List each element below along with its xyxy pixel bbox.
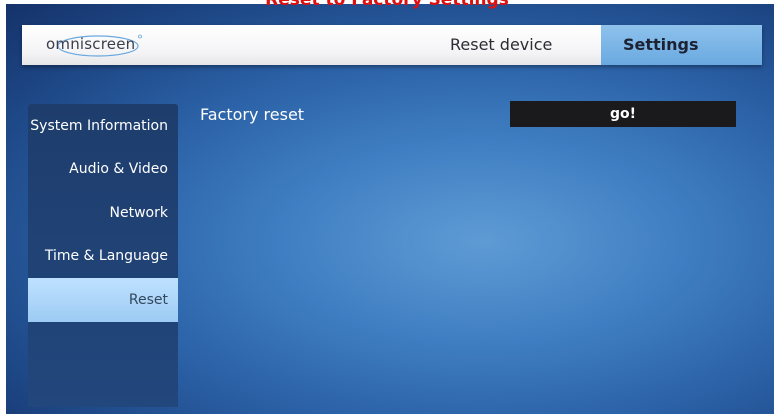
header-bar: omniscreen Reset device Settings <box>22 25 762 65</box>
breadcrumb-reset-device: Reset device <box>450 35 553 54</box>
tab-settings[interactable]: Settings <box>601 25 762 65</box>
sidebar-item-system-information[interactable]: System Information <box>28 104 178 148</box>
tv-screen: omniscreen Reset device Settings System … <box>6 4 774 414</box>
sidebar-item-label: Audio & Video <box>69 161 168 177</box>
sidebar-item-reset[interactable]: Reset <box>28 278 178 322</box>
sidebar-item-label: Reset <box>128 292 168 308</box>
logo-text: omniscreen <box>46 35 136 53</box>
sidebar-item-audio-video[interactable]: Audio & Video <box>28 147 178 191</box>
top-caption: Reset to Factory Settings <box>265 0 509 10</box>
factory-reset-go-button[interactable]: go! <box>510 101 736 127</box>
sidebar-item-label: Time & Language <box>44 248 168 264</box>
sidebar-item-network[interactable]: Network <box>28 191 178 235</box>
tab-settings-label: Settings <box>623 35 699 54</box>
sidebar-item-label: System Information <box>30 118 168 134</box>
sidebar-item-time-language[interactable]: Time & Language <box>28 234 178 278</box>
omniscreen-logo: omniscreen <box>42 34 152 58</box>
sidebar-item-label: Network <box>109 205 168 221</box>
sidebar: System Information Audio & Video Network… <box>28 104 178 407</box>
factory-reset-label: Factory reset <box>200 105 305 124</box>
